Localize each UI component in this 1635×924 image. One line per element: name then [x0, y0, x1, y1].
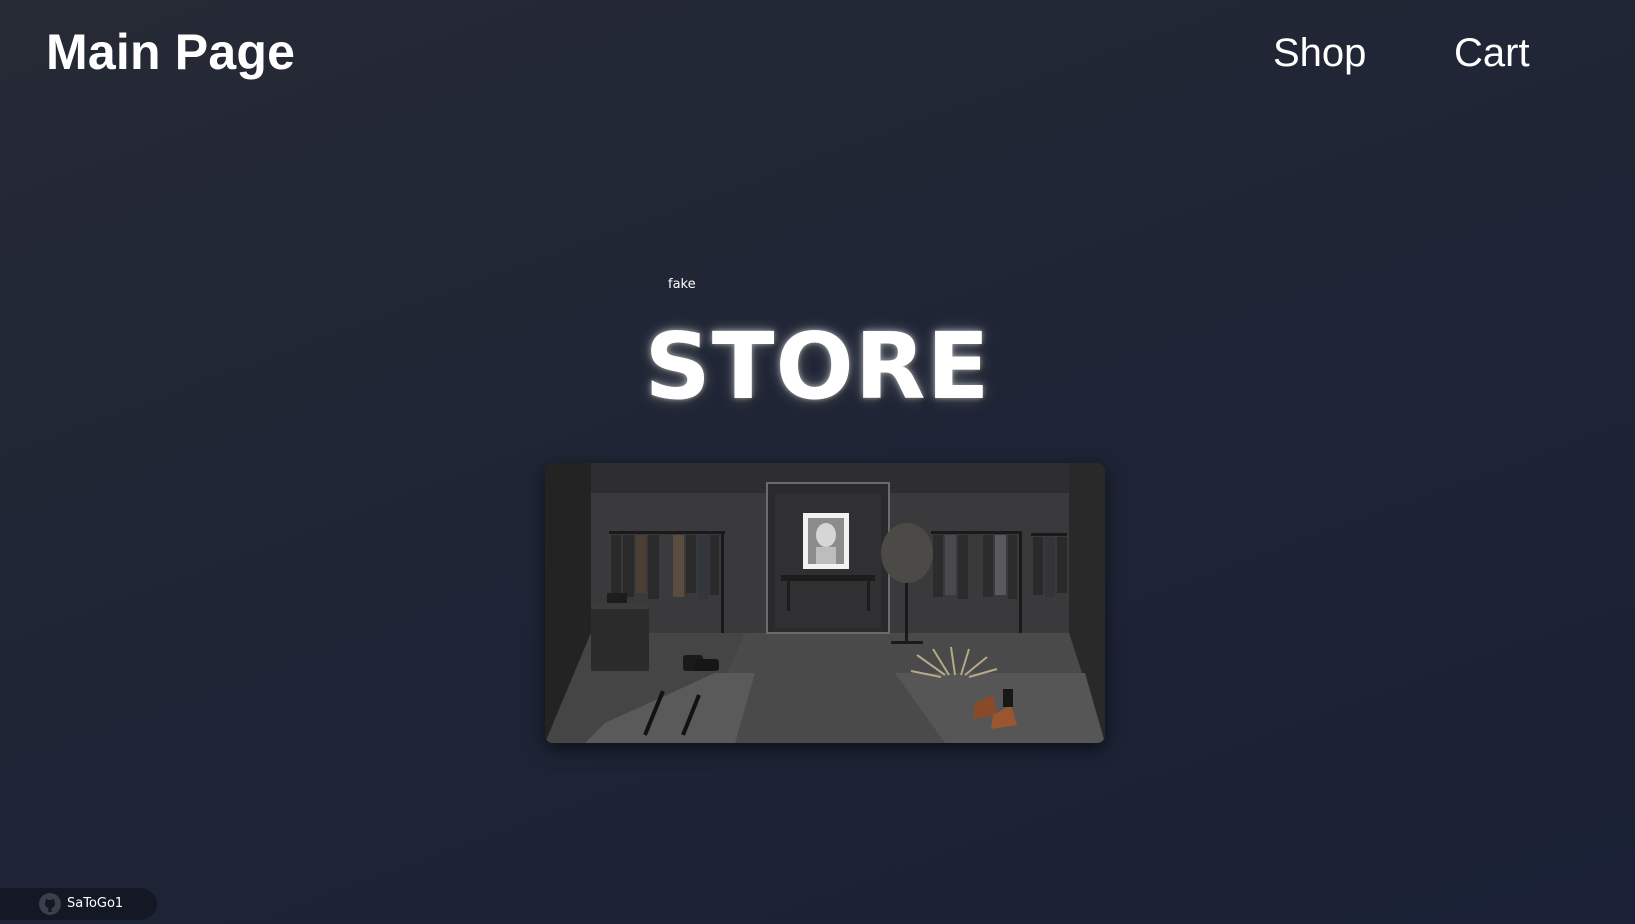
github-icon — [39, 893, 61, 915]
github-username: SaToGo1 — [67, 896, 124, 911]
nav-shop-link[interactable]: Shop — [1273, 28, 1366, 78]
nav-cart-link[interactable]: Cart — [1454, 28, 1530, 78]
site-title: Main Page — [46, 24, 296, 80]
hero-kicker: fake — [668, 277, 696, 292]
store-interior-image — [545, 463, 1105, 743]
hero-title: STORE — [644, 313, 991, 420]
github-user-badge[interactable]: SaToGo1 — [0, 888, 157, 920]
site-header: Main Page Shop Cart — [0, 0, 1635, 110]
